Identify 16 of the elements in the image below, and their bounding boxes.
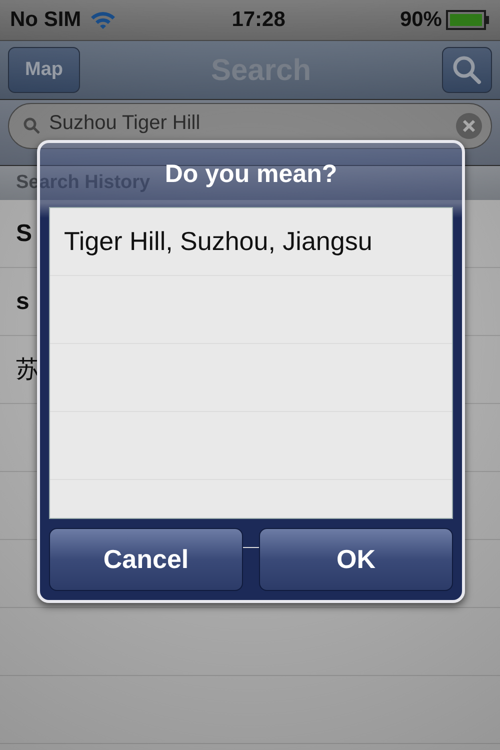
clear-icon[interactable] [455,112,483,140]
wifi-icon [89,10,118,30]
history-item[interactable]: 苏 [16,352,40,388]
ok-button[interactable]: OK [259,528,453,591]
battery-icon [446,10,490,30]
dialog-title: Do you mean? [164,159,338,190]
carrier-label: No SIM [10,7,82,34]
search-icon [450,54,483,86]
history-item[interactable]: s [16,284,30,320]
battery-percent: 90% [400,7,442,34]
search-icon [23,117,41,135]
cancel-button[interactable]: Cancel [49,528,243,591]
clock: 17:28 [232,7,286,34]
history-item[interactable]: S [16,216,32,252]
suggestion-item[interactable]: Tiger Hill, Suzhou, Jiangsu [64,222,372,261]
search-button[interactable] [442,47,492,93]
